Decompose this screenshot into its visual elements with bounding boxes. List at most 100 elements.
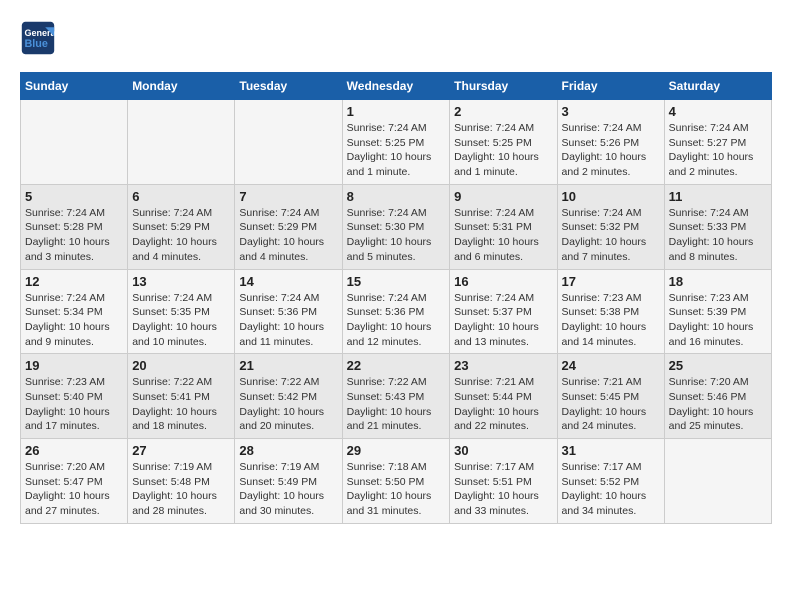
calendar-cell (21, 100, 128, 185)
day-number: 16 (454, 274, 552, 289)
calendar-week-2: 5 Sunrise: 7:24 AM Sunset: 5:28 PM Daylig… (21, 184, 772, 269)
calendar-cell: 4 Sunrise: 7:24 AM Sunset: 5:27 PM Daylig… (664, 100, 771, 185)
calendar-cell (235, 100, 342, 185)
day-info: Sunrise: 7:17 AM Sunset: 5:52 PM Dayligh… (562, 460, 660, 519)
calendar-cell: 30Sunrise: 7:17 AM Sunset: 5:51 PM Dayli… (450, 439, 557, 524)
day-number: 1 (347, 104, 446, 119)
logo: General Blue (20, 20, 60, 56)
calendar-cell: 25 Sunrise: 7:20 AM Sunset: 5:46 PM Dayli… (664, 354, 771, 439)
day-info: Sunrise: 7:24 AM Sunset: 5:27 PM Dayligh… (669, 121, 767, 180)
calendar-cell: 1 Sunrise: 7:24 AM Sunset: 5:25 PM Daylig… (342, 100, 450, 185)
calendar-cell: 22Sunrise: 7:22 AM Sunset: 5:43 PM Dayli… (342, 354, 450, 439)
calendar-cell: 16 Sunrise: 7:24 AM Sunset: 5:37 PM Dayli… (450, 269, 557, 354)
calendar-cell: 19 Sunrise: 7:23 AM Sunset: 5:40 PM Dayli… (21, 354, 128, 439)
day-number: 12 (25, 274, 123, 289)
day-number: 11 (669, 189, 767, 204)
day-info: Sunrise: 7:24 AM Sunset: 5:25 PM Dayligh… (347, 121, 446, 180)
day-info: Sunrise: 7:24 AM Sunset: 5:26 PM Dayligh… (562, 121, 660, 180)
calendar-header-row: SundayMondayTuesdayWednesdayThursdayFrid… (21, 73, 772, 100)
calendar-cell (128, 100, 235, 185)
day-number: 29 (347, 443, 446, 458)
day-info: Sunrise: 7:24 AM Sunset: 5:28 PM Dayligh… (25, 206, 123, 265)
day-info: Sunrise: 7:18 AM Sunset: 5:50 PM Dayligh… (347, 460, 446, 519)
calendar-cell: 26Sunrise: 7:20 AM Sunset: 5:47 PM Dayli… (21, 439, 128, 524)
day-number: 19 (25, 358, 123, 373)
calendar-cell: 31 Sunrise: 7:17 AM Sunset: 5:52 PM Dayli… (557, 439, 664, 524)
day-info: Sunrise: 7:22 AM Sunset: 5:42 PM Dayligh… (239, 375, 337, 434)
calendar-cell: 17 Sunrise: 7:23 AM Sunset: 5:38 PM Dayli… (557, 269, 664, 354)
day-number: 6 (132, 189, 230, 204)
day-info: Sunrise: 7:24 AM Sunset: 5:37 PM Dayligh… (454, 291, 552, 350)
day-number: 25 (669, 358, 767, 373)
calendar-cell: 15 Sunrise: 7:24 AM Sunset: 5:36 PM Dayli… (342, 269, 450, 354)
calendar-week-1: 1 Sunrise: 7:24 AM Sunset: 5:25 PM Daylig… (21, 100, 772, 185)
day-info: Sunrise: 7:24 AM Sunset: 5:29 PM Dayligh… (239, 206, 337, 265)
day-number: 9 (454, 189, 552, 204)
weekday-header-thursday: Thursday (450, 73, 557, 100)
calendar-cell: 2 Sunrise: 7:24 AM Sunset: 5:25 PM Daylig… (450, 100, 557, 185)
day-number: 15 (347, 274, 446, 289)
calendar-cell: 28Sunrise: 7:19 AM Sunset: 5:49 PM Dayli… (235, 439, 342, 524)
day-number: 28 (239, 443, 337, 458)
svg-text:Blue: Blue (25, 38, 48, 50)
calendar-cell: 24Sunrise: 7:21 AM Sunset: 5:45 PM Dayli… (557, 354, 664, 439)
day-number: 20 (132, 358, 230, 373)
day-info: Sunrise: 7:24 AM Sunset: 5:33 PM Dayligh… (669, 206, 767, 265)
day-info: Sunrise: 7:24 AM Sunset: 5:29 PM Dayligh… (132, 206, 230, 265)
day-info: Sunrise: 7:24 AM Sunset: 5:30 PM Dayligh… (347, 206, 446, 265)
day-info: Sunrise: 7:24 AM Sunset: 5:32 PM Dayligh… (562, 206, 660, 265)
day-number: 4 (669, 104, 767, 119)
day-number: 22 (347, 358, 446, 373)
day-info: Sunrise: 7:23 AM Sunset: 5:38 PM Dayligh… (562, 291, 660, 350)
page-header: General Blue (20, 20, 772, 56)
calendar-cell: 23Sunrise: 7:21 AM Sunset: 5:44 PM Dayli… (450, 354, 557, 439)
day-info: Sunrise: 7:19 AM Sunset: 5:48 PM Dayligh… (132, 460, 230, 519)
day-number: 17 (562, 274, 660, 289)
calendar-cell: 7 Sunrise: 7:24 AM Sunset: 5:29 PM Daylig… (235, 184, 342, 269)
day-number: 23 (454, 358, 552, 373)
calendar-cell: 18Sunrise: 7:23 AM Sunset: 5:39 PM Dayli… (664, 269, 771, 354)
day-info: Sunrise: 7:20 AM Sunset: 5:46 PM Dayligh… (669, 375, 767, 434)
calendar-cell: 27 Sunrise: 7:19 AM Sunset: 5:48 PM Dayli… (128, 439, 235, 524)
day-info: Sunrise: 7:23 AM Sunset: 5:40 PM Dayligh… (25, 375, 123, 434)
calendar-cell (664, 439, 771, 524)
day-number: 2 (454, 104, 552, 119)
day-number: 24 (562, 358, 660, 373)
day-number: 14 (239, 274, 337, 289)
weekday-header-saturday: Saturday (664, 73, 771, 100)
day-number: 5 (25, 189, 123, 204)
day-number: 18 (669, 274, 767, 289)
day-info: Sunrise: 7:17 AM Sunset: 5:51 PM Dayligh… (454, 460, 552, 519)
calendar-cell: 12 Sunrise: 7:24 AM Sunset: 5:34 PM Dayli… (21, 269, 128, 354)
day-number: 8 (347, 189, 446, 204)
day-number: 21 (239, 358, 337, 373)
day-info: Sunrise: 7:24 AM Sunset: 5:34 PM Dayligh… (25, 291, 123, 350)
day-info: Sunrise: 7:22 AM Sunset: 5:41 PM Dayligh… (132, 375, 230, 434)
calendar-week-3: 12 Sunrise: 7:24 AM Sunset: 5:34 PM Dayli… (21, 269, 772, 354)
calendar-cell: 20 Sunrise: 7:22 AM Sunset: 5:41 PM Dayli… (128, 354, 235, 439)
weekday-header-monday: Monday (128, 73, 235, 100)
calendar-cell: 10 Sunrise: 7:24 AM Sunset: 5:32 PM Dayli… (557, 184, 664, 269)
day-number: 31 (562, 443, 660, 458)
day-number: 10 (562, 189, 660, 204)
day-number: 7 (239, 189, 337, 204)
calendar-table: SundayMondayTuesdayWednesdayThursdayFrid… (20, 72, 772, 524)
calendar-cell: 6 Sunrise: 7:24 AM Sunset: 5:29 PM Daylig… (128, 184, 235, 269)
day-info: Sunrise: 7:24 AM Sunset: 5:31 PM Dayligh… (454, 206, 552, 265)
day-number: 13 (132, 274, 230, 289)
day-info: Sunrise: 7:24 AM Sunset: 5:35 PM Dayligh… (132, 291, 230, 350)
day-info: Sunrise: 7:20 AM Sunset: 5:47 PM Dayligh… (25, 460, 123, 519)
logo-icon: General Blue (20, 20, 56, 56)
day-info: Sunrise: 7:24 AM Sunset: 5:25 PM Dayligh… (454, 121, 552, 180)
weekday-header-wednesday: Wednesday (342, 73, 450, 100)
calendar-cell: 11 Sunrise: 7:24 AM Sunset: 5:33 PM Dayli… (664, 184, 771, 269)
calendar-cell: 9 Sunrise: 7:24 AM Sunset: 5:31 PM Daylig… (450, 184, 557, 269)
day-info: Sunrise: 7:24 AM Sunset: 5:36 PM Dayligh… (347, 291, 446, 350)
weekday-header-friday: Friday (557, 73, 664, 100)
calendar-cell: 14 Sunrise: 7:24 AM Sunset: 5:36 PM Dayli… (235, 269, 342, 354)
calendar-week-4: 19 Sunrise: 7:23 AM Sunset: 5:40 PM Dayli… (21, 354, 772, 439)
day-number: 27 (132, 443, 230, 458)
calendar-week-5: 26Sunrise: 7:20 AM Sunset: 5:47 PM Dayli… (21, 439, 772, 524)
day-info: Sunrise: 7:24 AM Sunset: 5:36 PM Dayligh… (239, 291, 337, 350)
day-number: 3 (562, 104, 660, 119)
